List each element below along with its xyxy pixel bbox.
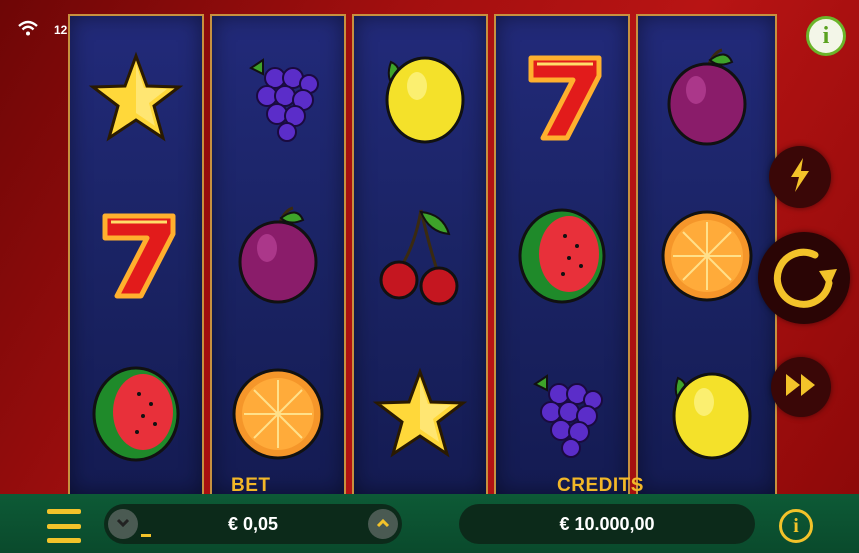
autoplay-button[interactable] [771, 357, 831, 417]
orange-symbol [223, 354, 333, 472]
bet-increase-button[interactable] [368, 509, 398, 539]
chevron-down-icon [116, 515, 130, 533]
paytable-info-icon[interactable]: i [779, 509, 813, 543]
credits-box: € 10.000,00 [459, 504, 755, 544]
credits-value: € 10.000,00 [559, 513, 655, 534]
star-symbol [365, 354, 475, 472]
star-symbol [81, 38, 191, 156]
grapes-symbol [507, 354, 617, 472]
lemon-symbol [365, 38, 475, 156]
bet-box: € 0,05 [104, 504, 402, 544]
reel-5 [636, 14, 777, 494]
bet-level-marker [141, 534, 151, 537]
bet-decrease-button[interactable] [108, 509, 138, 539]
turbo-button[interactable] [769, 146, 831, 208]
watermelon-symbol [81, 354, 191, 472]
spin-button[interactable] [758, 232, 850, 324]
chevron-up-icon [376, 515, 390, 533]
lightning-icon [789, 157, 811, 197]
wifi-icon [18, 20, 38, 39]
plum-symbol [223, 196, 333, 314]
seven-symbol [81, 196, 191, 314]
spin-icon [769, 241, 839, 316]
watermelon-symbol [507, 196, 617, 314]
reel-1 [68, 14, 204, 494]
lemon-symbol [652, 354, 762, 472]
menu-icon[interactable] [47, 509, 81, 543]
plum-symbol [652, 38, 762, 156]
cherry-symbol [365, 196, 475, 314]
fast-forward-icon [784, 372, 818, 403]
orange-symbol [652, 196, 762, 314]
info-icon[interactable]: i [806, 16, 846, 56]
reel-area [68, 14, 777, 494]
reel-4 [494, 14, 630, 494]
grapes-symbol [223, 38, 333, 156]
bet-value: € 0,05 [227, 513, 279, 534]
bet-label: BET [231, 475, 271, 496]
reel-2 [210, 14, 346, 494]
credits-label: CREDITS [557, 475, 644, 496]
seven-symbol [507, 38, 617, 156]
reel-3 [352, 14, 488, 494]
